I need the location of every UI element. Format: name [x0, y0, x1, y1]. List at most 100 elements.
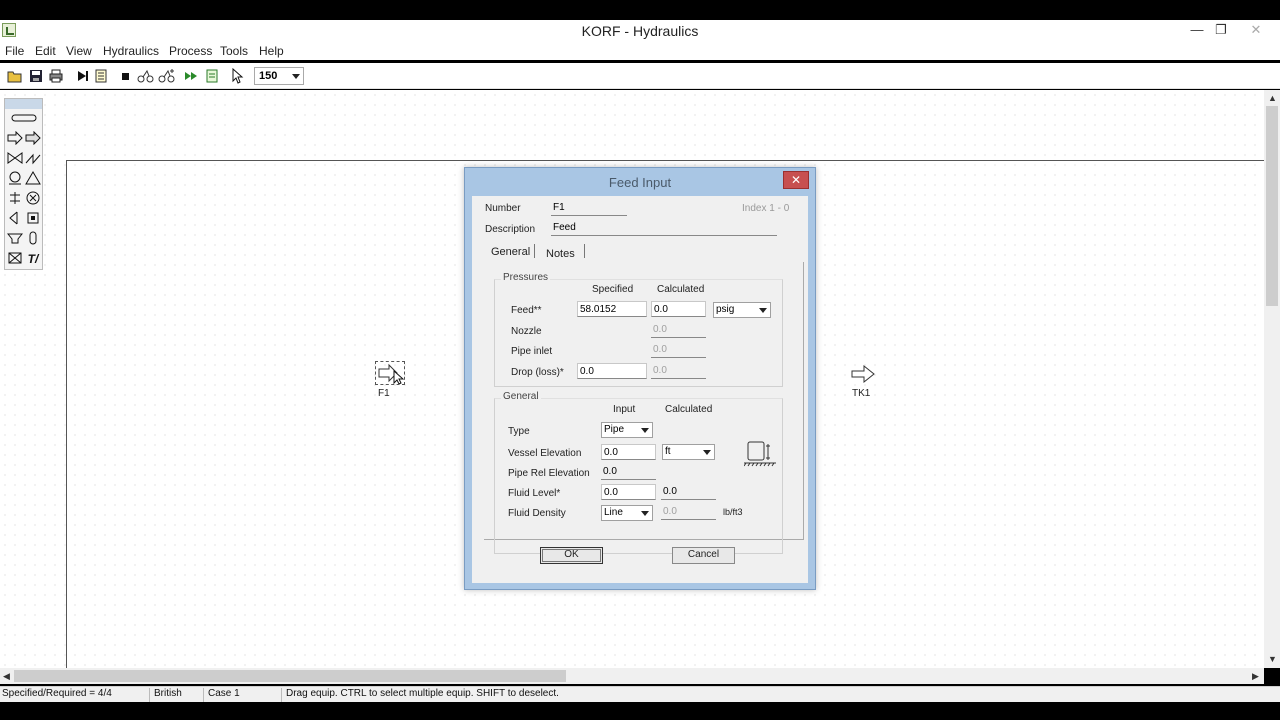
vessel-elevation-input[interactable]: 0.0: [601, 444, 656, 460]
save-icon[interactable]: [27, 67, 45, 85]
feed-pressure-label: Feed**: [511, 305, 542, 316]
feed-input-dialog: Feed Input ✕ Number F1 Index 1 - 0 Descr…: [464, 167, 816, 590]
menu-bar: File Edit View Hydraulics Process Tools …: [0, 42, 1280, 60]
input-column-header: Input: [613, 404, 636, 415]
scroll-right-icon[interactable]: ▶: [1252, 671, 1259, 682]
scroll-up-icon[interactable]: ▲: [1268, 93, 1277, 103]
zoom-select[interactable]: 150: [254, 67, 304, 85]
elevation-unit-select[interactable]: ft: [662, 444, 715, 460]
chevron-down-icon: [292, 74, 300, 79]
description-label: Description: [485, 224, 536, 235]
scroll-left-icon[interactable]: ◀: [3, 671, 10, 682]
misc-equipment-icon[interactable]: [6, 231, 24, 247]
menu-file[interactable]: File: [5, 44, 24, 58]
network-cases-icon[interactable]: [158, 67, 176, 85]
index-text: Index 1 - 0: [742, 203, 790, 214]
pressure-unit-value: psig: [716, 304, 735, 315]
export-icon[interactable]: [203, 67, 221, 85]
palette-header[interactable]: [5, 99, 42, 109]
vessel-elevation-label: Vessel Elevation: [508, 448, 582, 459]
drop-loss-calculated: 0.0: [651, 363, 706, 379]
tank-equipment-tk1[interactable]: [850, 363, 878, 385]
scroll-down-icon[interactable]: ▼: [1268, 654, 1277, 664]
vertical-scrollbar[interactable]: ▲ ▼: [1264, 90, 1280, 668]
menu-edit[interactable]: Edit: [35, 44, 56, 58]
dialog-title: Feed Input: [608, 175, 672, 190]
number-label: Number: [485, 203, 521, 214]
pipe-icon[interactable]: [9, 111, 39, 127]
drop-loss-specified[interactable]: 0.0: [577, 363, 647, 379]
horizontal-scrollbar[interactable]: ◀ ▶: [0, 668, 1264, 684]
density-unit-label: lb/ft3: [723, 507, 743, 517]
tank-label: TK1: [852, 388, 871, 399]
dialog-close-button[interactable]: ✕: [783, 171, 809, 189]
menu-view[interactable]: View: [66, 44, 92, 58]
menu-process[interactable]: Process: [169, 44, 212, 58]
zoom-value: 150: [259, 70, 278, 82]
compressor-icon[interactable]: [25, 191, 41, 207]
equipment-palette: T/: [4, 98, 43, 270]
vertical-scroll-thumb[interactable]: [1266, 106, 1278, 306]
text-tool-icon[interactable]: T/: [25, 251, 41, 267]
feed-equipment-f1[interactable]: [375, 361, 405, 385]
exchanger-icon[interactable]: [25, 211, 41, 227]
fluid-density-calculated: 0.0: [661, 504, 716, 520]
network-icon[interactable]: [137, 67, 155, 85]
step-run-icon[interactable]: [73, 67, 91, 85]
general-group-title: General: [501, 391, 541, 402]
cancel-button[interactable]: Cancel: [672, 547, 735, 564]
open-icon[interactable]: [6, 67, 24, 85]
feed-pressure-specified[interactable]: 58.0152: [577, 301, 647, 317]
close-button[interactable]: ✕: [1244, 21, 1268, 39]
report-icon[interactable]: [92, 67, 110, 85]
pointer-icon[interactable]: [228, 67, 246, 85]
reducer-icon[interactable]: [7, 251, 23, 267]
print-icon[interactable]: [47, 67, 65, 85]
horizontal-scroll-thumb[interactable]: [14, 670, 566, 682]
title-bar: KORF - Hydraulics — ❐ ✕: [0, 20, 1280, 42]
fluid-level-calculated: 0.0: [661, 484, 716, 500]
column-icon[interactable]: [25, 231, 41, 247]
dialog-body: Number F1 Index 1 - 0 Description Feed G…: [472, 196, 808, 583]
feed-icon[interactable]: [7, 130, 23, 147]
menu-hydraulics[interactable]: Hydraulics: [103, 44, 159, 58]
minimize-button[interactable]: —: [1185, 21, 1209, 39]
fitting-icon[interactable]: [7, 171, 23, 187]
orifice-icon[interactable]: [7, 211, 23, 227]
tab-general[interactable]: General: [487, 244, 534, 260]
product-arrow-icon: [851, 364, 875, 384]
general-calculated-column-header: Calculated: [665, 404, 713, 415]
type-label: Type: [508, 426, 530, 437]
pipe-inlet-calculated: 0.0: [651, 342, 706, 358]
tab-separator: [584, 244, 585, 258]
status-bar: Specified/Required = 4/4 British Case 1 …: [0, 686, 1280, 702]
restore-button[interactable]: ❐: [1209, 21, 1233, 39]
fluid-level-label: Fluid Level*: [508, 488, 561, 499]
feed-arrow-icon: [378, 363, 405, 385]
run-all-icon[interactable]: [183, 67, 201, 85]
status-units: British: [152, 688, 204, 702]
elevation-unit-value: ft: [665, 446, 671, 457]
number-field[interactable]: F1: [551, 200, 627, 216]
tab-notes[interactable]: Notes: [542, 246, 579, 262]
valve-icon[interactable]: [7, 151, 23, 167]
fluid-level-input[interactable]: 0.0: [601, 484, 656, 500]
pipe-rel-elevation-input[interactable]: 0.0: [601, 464, 656, 480]
type-value: Pipe: [604, 424, 625, 435]
ok-button[interactable]: OK: [540, 547, 603, 564]
menu-tools[interactable]: Tools: [220, 44, 248, 58]
stop-icon[interactable]: [116, 67, 134, 85]
toolbar: 150: [0, 63, 1280, 89]
status-specified: Specified/Required = 4/4: [0, 688, 150, 702]
menu-help[interactable]: Help: [259, 44, 284, 58]
window-title: KORF - Hydraulics: [581, 23, 699, 39]
pump-icon[interactable]: [7, 191, 23, 207]
control-valve-icon[interactable]: [25, 151, 41, 167]
pressure-unit-select[interactable]: psig: [713, 302, 771, 318]
tab-separator: [534, 244, 535, 258]
type-select[interactable]: Pipe: [601, 422, 653, 438]
description-field[interactable]: Feed: [551, 220, 777, 236]
fluid-density-select[interactable]: Line: [601, 505, 653, 521]
tank-icon[interactable]: [25, 171, 41, 187]
product-icon[interactable]: [25, 130, 41, 147]
